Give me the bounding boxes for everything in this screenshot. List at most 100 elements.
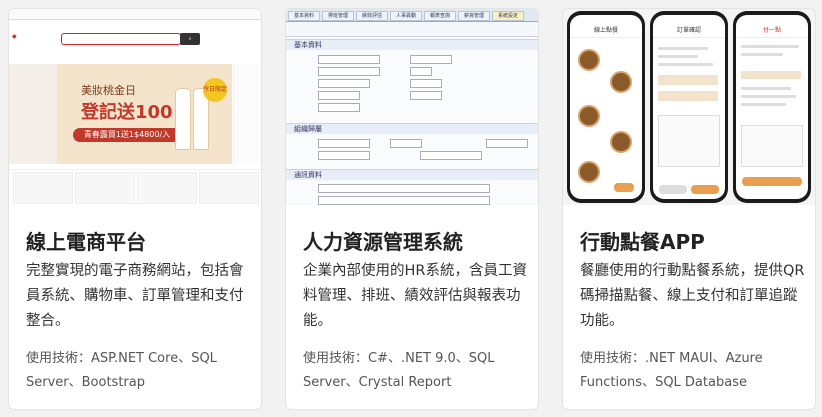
hr-field [410,55,452,64]
hr-tab: 排班管理 [322,11,354,21]
order-line [658,63,713,66]
payment-box [658,115,720,167]
project-title: 人力資源管理系統 [303,230,463,254]
site-search-input [61,33,181,45]
order-item [658,75,718,85]
hr-field [486,139,528,148]
hr-field [318,184,490,193]
hr-field [410,67,432,76]
project-card-ecommerce[interactable]: ◆ ⌕ 美妝桃金日 登記送100 青春露買1送1$4800/入 今日限定 線上電… [8,8,262,410]
hr-field [318,151,370,160]
order-item [658,91,718,101]
phone-screen: 線上點餐 [570,15,642,199]
project-thumbnail: ◆ ⌕ 美妝桃金日 登記送100 青春露買1送1$4800/入 今日限定 [9,9,261,205]
project-description: 餐廳使用的行動點餐系統，提供QR碼掃描點餐、線上支付和訂單追蹤功能。 [580,263,805,329]
phone-mockup: 付一點 [733,11,811,203]
hr-form-row [290,184,534,193]
hero-offer: 登記送100 [81,102,173,123]
hr-form-row [290,139,534,148]
confirm-button [691,185,719,194]
hr-field [318,67,380,76]
hr-form-row [290,151,534,160]
promo-row [9,169,261,205]
food-icon [610,131,632,153]
cart-button [614,183,634,192]
order-item [741,71,801,79]
hr-field [318,55,380,64]
hr-field [318,79,370,88]
site-top-bar [9,9,261,20]
project-description: 企業內部使用的HR系統，含員工資料管理、排班、績效評估與報表功能。 [303,263,527,329]
site-logo: ◆ [12,33,17,40]
order-line [741,87,791,90]
order-line [741,103,786,106]
food-icon [610,71,632,93]
promo-tile [137,172,197,204]
order-line [741,95,796,98]
project-card-hr[interactable]: 基本資料 排班管理 績效評估 人事異動 報表查詢 薪資管理 系統設定 基本資料 [285,8,539,410]
phone-mockup: 訂單確認 [650,11,728,203]
project-tech-stack: 使用技術：.NET MAUI、Azure Functions、SQL Datab… [580,351,763,390]
phone-screen: 付一點 [736,15,808,199]
hero-headline: 美妝桃金日 [81,84,136,97]
food-icon [578,49,600,71]
hr-field [420,151,482,160]
hr-form-row [290,91,534,100]
order-line [741,53,783,56]
hr-field [318,103,360,112]
hr-title-bar [286,22,538,37]
track-order-button [742,177,802,186]
hr-form-row [290,103,534,112]
limited-badge: 今日限定 [203,78,227,102]
hr-tab: 薪資管理 [458,11,490,21]
hr-form-row [290,79,534,88]
hr-form-row [290,67,534,76]
hr-tab: 報表查詢 [424,11,456,21]
side-promo-panel [233,64,261,164]
status-box [741,125,803,167]
hr-field [318,91,360,100]
search-icon: ⌕ [180,33,200,45]
category-sidebar [9,64,57,164]
promo-tile [13,172,73,204]
phone-mockup: 線上點餐 [567,11,645,203]
hr-section-header: 基本資料 [286,39,538,50]
hr-form-row [290,196,534,205]
screen-title: 付一點 [736,25,808,38]
hr-field [390,139,422,148]
hr-tab-bar: 基本資料 排班管理 績效評估 人事異動 報表查詢 薪資管理 系統設定 [286,9,538,22]
project-thumbnail: 基本資料 排班管理 績效評估 人事異動 報表查詢 薪資管理 系統設定 基本資料 [286,9,538,205]
hr-form-row [290,55,534,64]
hr-tab: 基本資料 [288,11,320,21]
food-icon [578,105,600,127]
hr-tab: 績效評估 [356,11,388,21]
project-thumbnail: 線上點餐 訂單確認 付一點 [563,9,815,205]
food-icon [578,161,600,183]
hr-tab: 系統設定 [492,11,524,21]
hr-field [318,196,490,205]
hero-banner: 美妝桃金日 登記送100 青春露買1送1$4800/入 今日限定 [57,64,232,164]
project-tech-stack: 使用技術：ASP.NET Core、SQL Server、Bootstrap [26,351,217,390]
project-title: 線上電商平台 [26,230,146,254]
hr-field [410,79,442,88]
hr-field [410,91,442,100]
screen-title: 線上點餐 [570,25,642,38]
hero-subline: 青春露買1送1$4800/入 [73,128,181,142]
order-line [741,45,799,48]
promo-tile [199,172,259,204]
project-tech-stack: 使用技術：C#、.NET 9.0、SQL Server、Crystal Repo… [303,351,495,390]
hr-section-header: 組織歸屬 [286,123,538,134]
order-line [658,55,698,58]
hr-field [318,139,370,148]
project-title: 行動點餐APP [580,230,705,254]
project-card-mobile-ordering[interactable]: 線上點餐 訂單確認 付一點 行動點餐APP 餐廳使用的行動點餐系統，提供QR碼掃… [562,8,816,410]
order-line [658,47,708,50]
screen-title: 訂單確認 [653,25,725,38]
back-button [659,185,687,194]
promo-tile [75,172,135,204]
hr-section-header: 通訊資料 [286,169,538,180]
hr-tab: 人事異動 [390,11,422,21]
product-bottle-icon [175,88,191,150]
phone-screen: 訂單確認 [653,15,725,199]
project-description: 完整實現的電子商務網站，包括會員系統、購物車、訂單管理和支付整合。 [26,263,244,329]
